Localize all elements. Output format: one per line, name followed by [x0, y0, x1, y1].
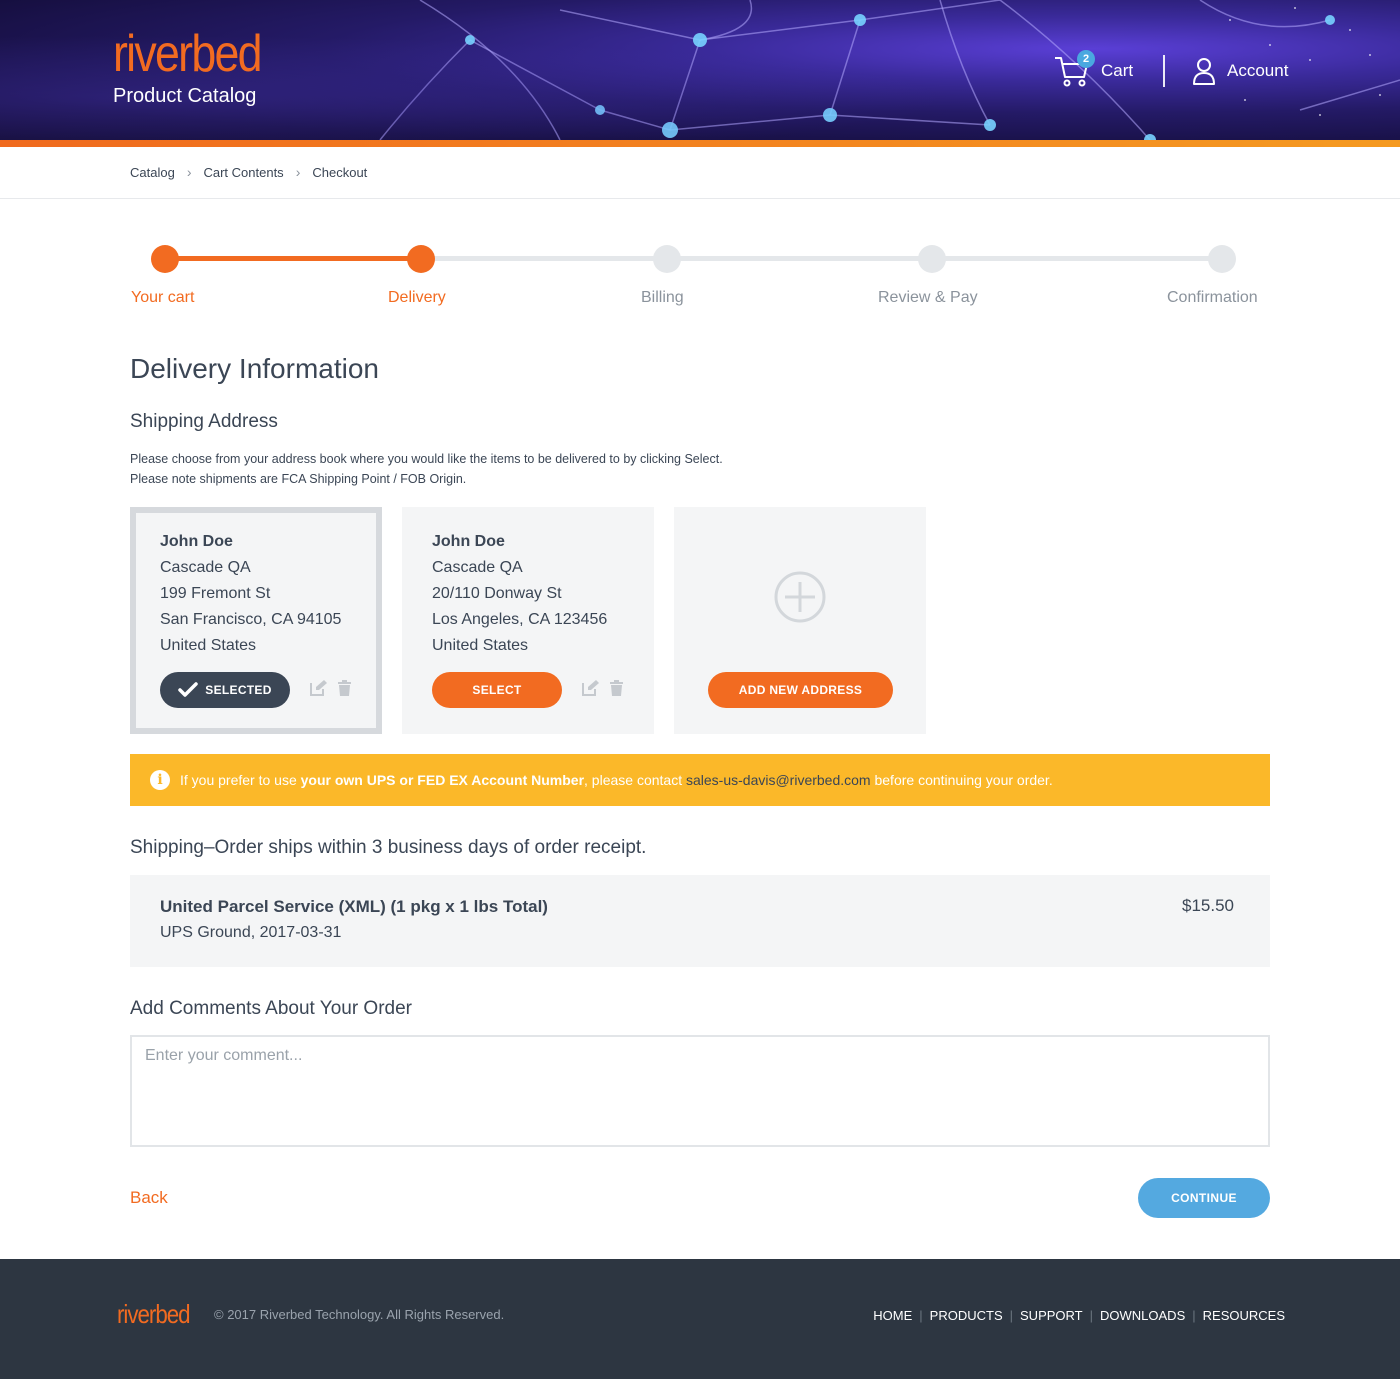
footer-link-home[interactable]: HOME: [873, 1308, 912, 1323]
plus-circle-icon[interactable]: [774, 571, 826, 623]
footer-separator: |: [1192, 1308, 1196, 1323]
page-title: Delivery Information: [130, 353, 379, 384]
breadcrumb-checkout: Checkout: [312, 164, 368, 180]
footer-separator: |: [919, 1308, 923, 1323]
address-company: Cascade QA: [432, 559, 523, 576]
hint-line-1: Please choose from your address book whe…: [130, 452, 723, 466]
step-dot-confirmation: [1208, 245, 1236, 273]
header-accent-stripe: [0, 140, 1400, 147]
footer-link-support[interactable]: SUPPORT: [1020, 1308, 1083, 1323]
shipping-heading: Shipping–Order ships within 3 business d…: [130, 837, 647, 858]
site-header: riverbed Product Catalog 2 Cart Account: [0, 0, 1400, 140]
notice-text: If you prefer to use your own UPS or FED…: [180, 772, 1053, 788]
trash-icon[interactable]: [610, 679, 623, 701]
header-divider: [1163, 55, 1165, 87]
step-label-your-cart[interactable]: Your cart: [131, 289, 194, 307]
progress-track-complete: [165, 256, 421, 261]
address-card[interactable]: John Doe Cascade QA 20/110 Donway St Los…: [402, 507, 654, 734]
shipping-detail: UPS Ground, 2017-03-31: [160, 924, 342, 941]
site-footer: riverbed © 2017 Riverbed Technology. All…: [0, 1259, 1400, 1379]
chevron-right-icon: ›: [186, 164, 192, 180]
address-name: John Doe: [160, 533, 233, 550]
add-address-card[interactable]: ADD NEW ADDRESS: [674, 507, 926, 734]
step-label-confirmation: Confirmation: [1167, 289, 1258, 306]
cart-label: Cart: [1101, 61, 1134, 80]
address-name: John Doe: [432, 533, 505, 550]
continue-button[interactable]: CONTINUE: [1138, 1178, 1270, 1218]
address-card-selected[interactable]: John Doe Cascade QA 199 Fremont St San F…: [130, 507, 382, 734]
shipping-option: United Parcel Service (XML) (1 pkg x 1 l…: [130, 875, 1270, 967]
shipping-method: United Parcel Service (XML) (1 pkg x 1 l…: [160, 897, 548, 916]
footer-separator: |: [1089, 1308, 1094, 1323]
step-label-review-pay: Review & Pay: [878, 289, 978, 306]
account-label: Account: [1227, 61, 1289, 80]
account-number-notice: i If you prefer to use your own UPS or F…: [130, 754, 1270, 806]
cart-icon: 2: [1054, 50, 1095, 88]
step-dot-review-pay: [918, 245, 946, 273]
shipping-price: $15.50: [1182, 896, 1234, 915]
address-street: 20/110 Donway St: [432, 585, 562, 602]
user-icon: [1193, 58, 1215, 85]
edit-icon[interactable]: [582, 679, 600, 701]
step-dot-your-cart: [151, 245, 179, 273]
address-street: 199 Fremont St: [160, 585, 271, 602]
selected-button[interactable]: SELECTED: [160, 672, 290, 708]
hint-line-2: Please note shipments are FCA Shipping P…: [130, 472, 467, 486]
breadcrumb-catalog[interactable]: Catalog: [130, 165, 175, 180]
address-country: United States: [160, 637, 257, 654]
add-new-address-button[interactable]: ADD NEW ADDRESS: [708, 672, 893, 708]
cart-link[interactable]: 2 Cart: [1054, 50, 1134, 88]
riverbed-logo[interactable]: riverbed: [113, 24, 263, 84]
cart-count-badge: 2: [1077, 50, 1095, 68]
back-link[interactable]: Back: [130, 1188, 168, 1208]
product-catalog-title: Product Catalog: [113, 85, 257, 107]
address-company: Cascade QA: [160, 559, 251, 576]
step-dot-delivery: [407, 245, 435, 273]
trash-icon[interactable]: [338, 679, 351, 701]
address-country: United States: [432, 637, 529, 654]
edit-icon[interactable]: [310, 679, 328, 701]
sales-email-link[interactable]: sales-us-davis@riverbed.com: [686, 772, 871, 788]
selected-button-label: SELECTED: [205, 683, 272, 697]
progress-track-pending: [421, 256, 1222, 261]
account-link[interactable]: Account: [1192, 56, 1288, 86]
footer-link-downloads[interactable]: DOWNLOADS: [1100, 1308, 1185, 1323]
chevron-right-icon: ›: [295, 164, 301, 180]
breadcrumb: Catalog › Cart Contents › Checkout: [130, 164, 367, 180]
select-button[interactable]: SELECT: [432, 672, 562, 708]
checkmark-icon: [178, 682, 199, 697]
address-city: Los Angeles, CA 123456: [432, 611, 608, 628]
comment-textarea[interactable]: [130, 1035, 1270, 1147]
shipping-address-heading: Shipping Address: [130, 411, 278, 432]
footer-nav: HOME | PRODUCTS | SUPPORT | DOWNLOADS | …: [873, 1308, 1285, 1323]
step-label-billing: Billing: [641, 289, 684, 306]
footer-separator: |: [1009, 1308, 1014, 1323]
step-dot-billing: [653, 245, 681, 273]
footer-link-products[interactable]: PRODUCTS: [930, 1308, 1003, 1323]
info-icon: i: [150, 770, 170, 790]
shipping-address-hint: Please choose from your address book whe…: [130, 449, 723, 489]
step-label-delivery: Delivery: [388, 289, 446, 306]
address-city: San Francisco, CA 94105: [160, 611, 342, 628]
breadcrumb-cart-contents[interactable]: Cart Contents: [203, 165, 283, 180]
footer-link-resources[interactable]: RESOURCES: [1203, 1308, 1285, 1323]
breadcrumb-divider: [0, 198, 1400, 199]
checkout-progress: Your cart Delivery Billing Review & Pay …: [130, 240, 1270, 320]
footer-copyright: © 2017 Riverbed Technology. All Rights R…: [214, 1307, 505, 1322]
footer-riverbed-logo[interactable]: riverbed: [117, 1299, 191, 1330]
comments-heading: Add Comments About Your Order: [130, 998, 412, 1019]
